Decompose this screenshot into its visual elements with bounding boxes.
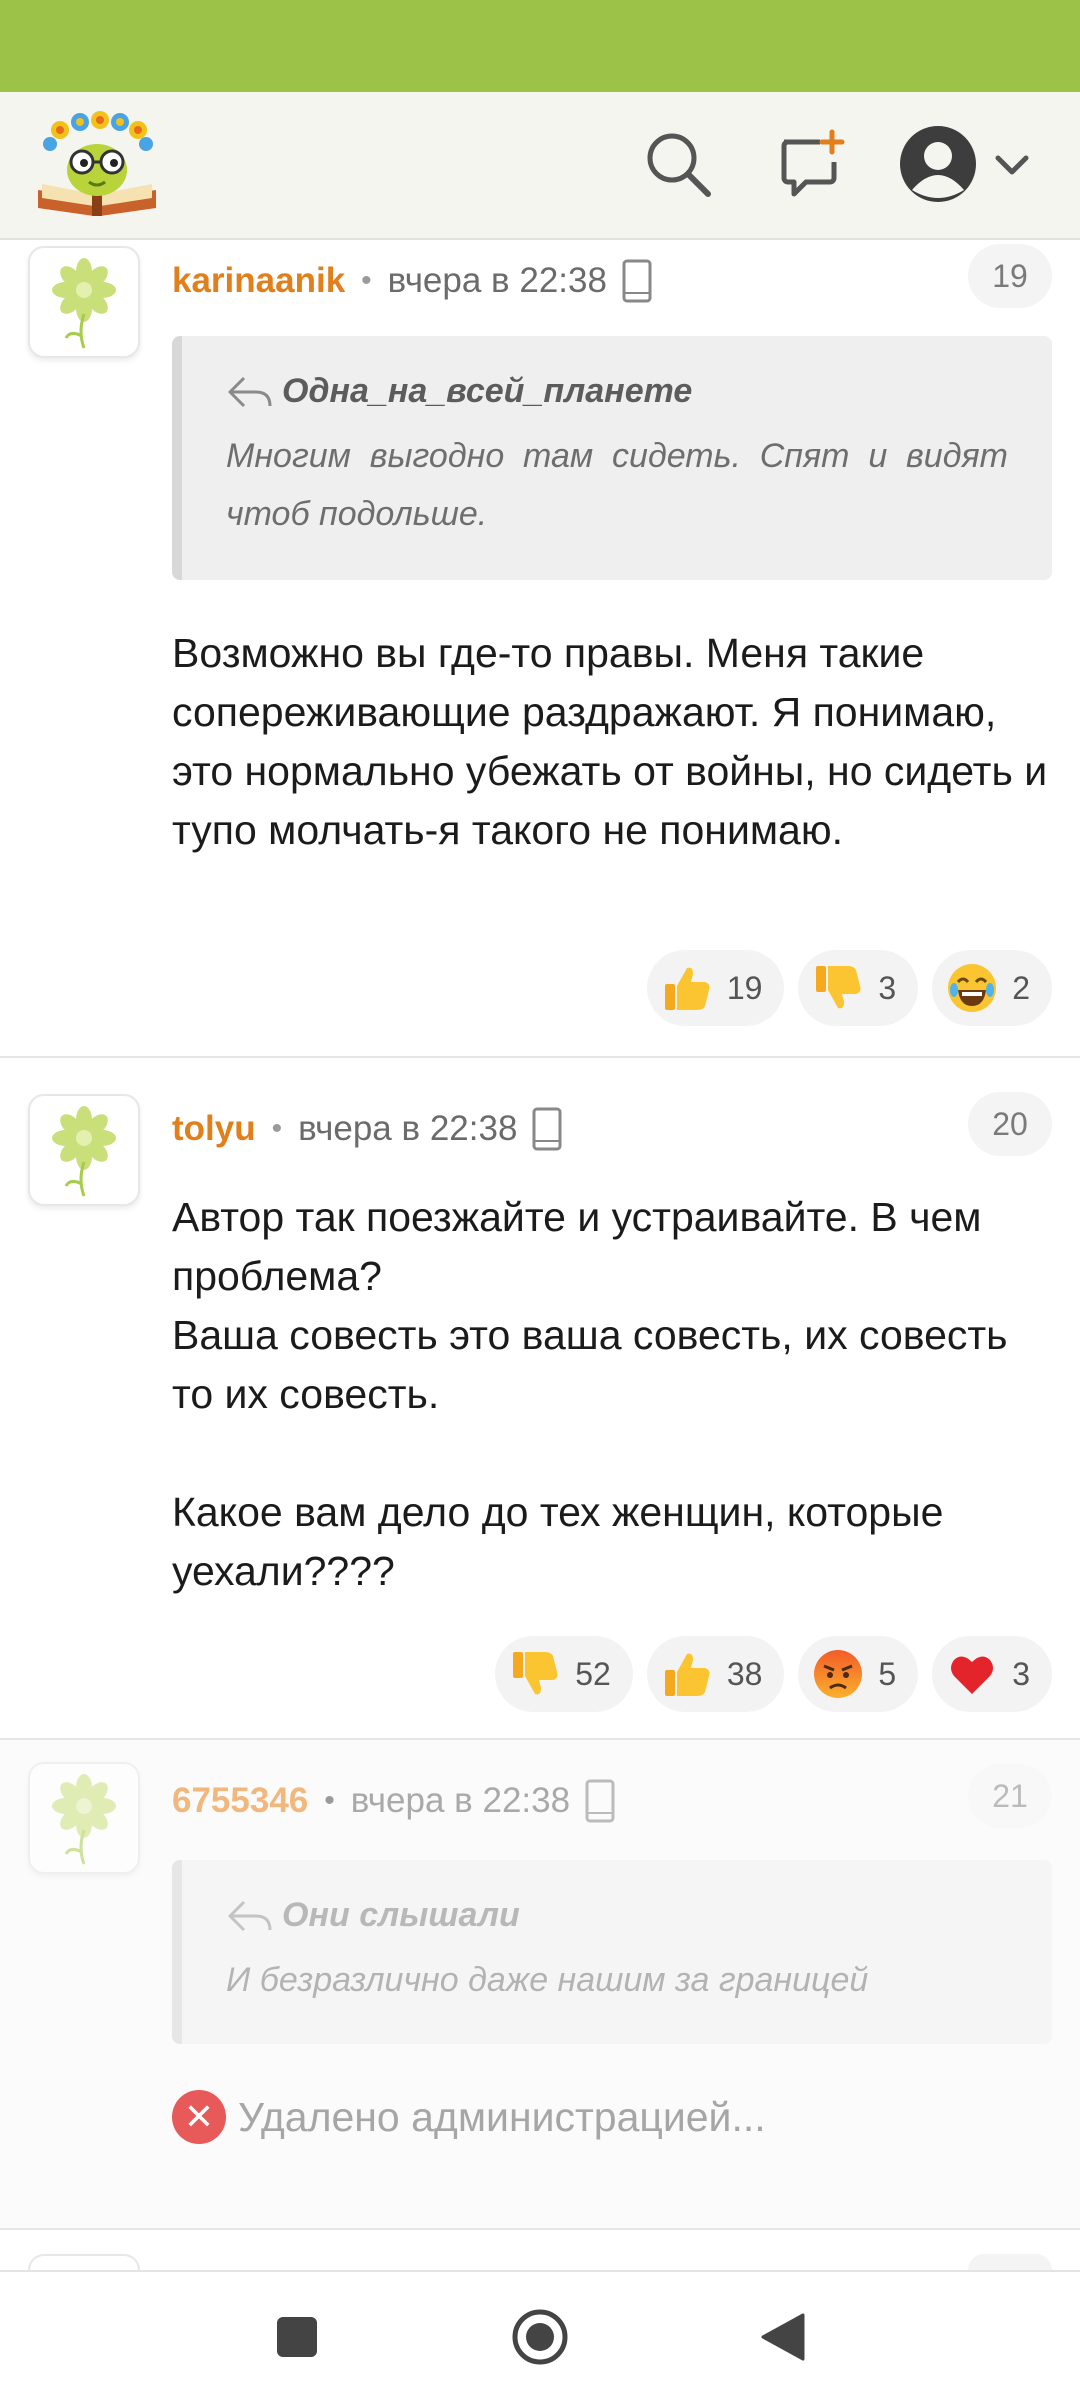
reaction-count: 2 [1012,969,1030,1006]
next-comment-partial [0,2240,1080,2270]
deleted-text: Удалено администрацией... [238,2093,766,2140]
reaction-angry[interactable]: 5 [798,1636,919,1712]
comment-avatar[interactable] [28,1094,140,1206]
thumbs-up-icon [661,962,713,1014]
comment-author[interactable]: 6755346 [172,1781,308,1821]
user-avatar-icon[interactable] [896,122,980,206]
triangle-back-icon[interactable] [748,2302,818,2372]
comment-item: karinaanik • вчера в 22:38 19 Одна_на_вс… [0,240,1080,1058]
reaction-thumbs-down[interactable]: 52 [495,1636,633,1712]
comment-time: вчера в 22:38 [298,1109,518,1148]
status-bar [0,0,1080,92]
thumbs-up-icon [661,1648,713,1700]
reply-arrow-icon [228,376,272,407]
reaction-heart[interactable]: 3 [932,1636,1052,1712]
separator-dot: • [271,1112,283,1145]
site-logo[interactable] [34,110,160,220]
chevron-down-icon[interactable] [990,144,1034,188]
comment-meta: 6755346 • вчера в 22:38 [172,1778,616,1824]
system-nav-bar [0,2270,1080,2400]
comment-number[interactable]: 19 [968,244,1052,308]
square-icon[interactable] [262,2302,332,2372]
comment-text: Автор так поезжайте и устраивайте. В чем… [172,1194,1008,1594]
app-header [0,92,1080,240]
quote-block: Одна_на_всей_планете Многим выгодно там … [172,336,1052,580]
comment-time: вчера в 22:38 [350,1781,571,1820]
circle-icon[interactable] [505,2302,575,2372]
reactions-bar: 52 38 5 3 [495,1636,1052,1712]
red-heart-icon [946,1648,998,1700]
thumbs-down-icon [509,1648,561,1700]
comment-text: Возможно вы где-то правы. Меня такие соп… [172,630,1048,853]
thumbs-down-icon [812,962,864,1014]
comment-item: tolyu • вчера в 22:38 20 Автор так поезж… [0,1058,1080,1740]
reaction-count: 19 [726,969,763,1006]
reaction-thumbs-down[interactable]: 3 [798,950,919,1026]
comment-number[interactable]: 20 [968,1092,1052,1156]
comment-time: вчера в 22:38 [387,261,607,300]
quote-author-row: Они слышали [226,1896,1008,1935]
comment-avatar[interactable] [28,1762,140,1874]
phone-icon [584,1778,616,1824]
comment-number[interactable]: 21 [968,1764,1052,1828]
laughing-face-icon [946,962,998,1014]
comment-meta: tolyu • вчера в 22:38 [172,1106,563,1152]
comment-author[interactable]: tolyu [172,1109,256,1149]
comment-item-deleted: 6755346 • вчера в 22:38 21 Они слышали И… [0,1740,1080,2230]
reactions-bar: 19 3 2 [646,950,1052,1026]
quote-author: Они слышали [282,1896,520,1934]
phone-icon [621,258,653,304]
close-circle-icon: ✕ [172,2090,226,2144]
separator-dot: • [324,1784,335,1817]
deleted-notice: ✕ Удалено администрацией... [172,2090,766,2144]
quote-author: Одна_на_всей_планете [282,372,693,410]
separator-dot: • [361,264,372,297]
comment-author[interactable]: karinaanik [172,261,345,301]
reaction-count: 38 [726,1655,763,1692]
new-post-icon[interactable] [770,122,854,206]
reaction-thumbs-up[interactable]: 38 [646,1636,785,1712]
angry-face-icon [812,1648,864,1700]
reaction-count: 5 [878,1655,897,1692]
reaction-count: 3 [1012,1655,1030,1692]
phone-icon [531,1106,563,1152]
quote-text: Многим выгодно там сидеть. Спят и видят … [226,437,1008,533]
reply-arrow-icon [228,1900,272,1931]
quote-text: И безразлично даже нашим за границей [226,1961,869,1999]
reaction-thumbs-up[interactable]: 19 [646,950,785,1026]
reaction-laughing[interactable]: 2 [932,950,1052,1026]
comment-avatar[interactable] [28,246,140,358]
reaction-count: 52 [575,1655,611,1692]
reaction-count: 3 [878,969,897,1006]
quote-block: Они слышали И безразлично даже нашим за … [172,1860,1052,2044]
search-icon[interactable] [636,122,720,206]
comment-meta: karinaanik • вчера в 22:38 [172,258,653,304]
quote-author-row: Одна_на_всей_планете [226,372,1008,411]
